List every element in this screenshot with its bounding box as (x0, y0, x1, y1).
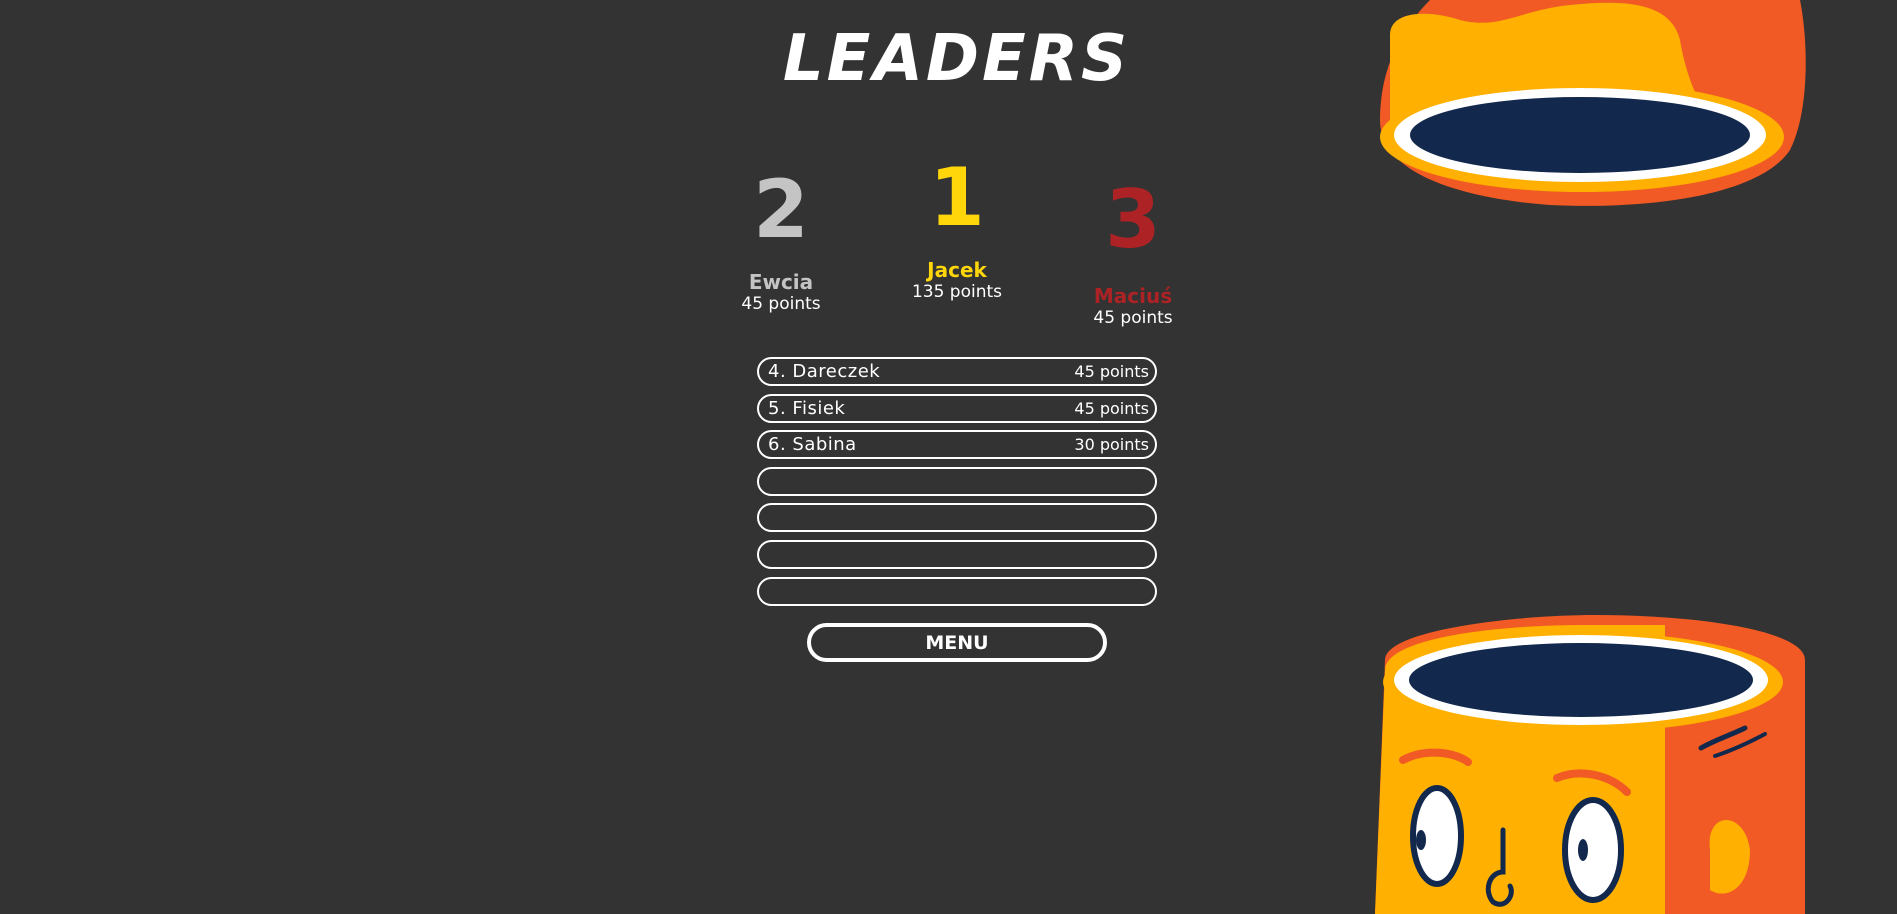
page-title: LEADERS (782, 22, 1131, 96)
rank-number: 3 (1105, 173, 1161, 266)
leaderboard-screen: LEADERS 2 Ewcia 45 points 1 Jacek 135 po… (0, 0, 1897, 914)
menu-button[interactable]: MENU (807, 623, 1107, 662)
row-points: 45 points (1074, 398, 1149, 418)
row-name: 5. Fisiek (768, 397, 846, 419)
rank-number: 1 (929, 151, 985, 244)
podium-first: 1 Jacek 135 points (887, 151, 1027, 303)
leaderboard-row-empty (757, 576, 1157, 606)
leaderboard-row-empty (757, 466, 1157, 496)
player-points: 45 points (1093, 308, 1173, 328)
player-name: Jacek (927, 258, 987, 282)
podium-third: 3 Maciuś 45 points (1063, 173, 1203, 329)
row-points: 30 points (1074, 435, 1149, 455)
leaderboard-row-empty (757, 539, 1157, 569)
player-points: 135 points (911, 282, 1003, 302)
leaderboard-row: 5. Fisiek 45 points (757, 393, 1157, 423)
leaderboard-row-empty (757, 503, 1157, 533)
podium-second: 2 Ewcia 45 points (711, 163, 851, 315)
player-name: Maciuś (1093, 284, 1173, 308)
mug-face-illustration (1375, 615, 1805, 914)
row-name: 6. Sabina (768, 434, 857, 456)
player-name: Ewcia (748, 270, 814, 294)
leaderboard-list: 4. Dareczek 45 points 5. Fisiek 45 point… (757, 357, 1157, 613)
leaderboard-row: 4. Dareczek 45 points (757, 357, 1157, 386)
rank-number: 2 (753, 163, 809, 256)
row-name: 4. Dareczek (768, 361, 881, 382)
leaderboard-row: 6. Sabina 30 points (757, 430, 1157, 460)
player-points: 45 points (741, 294, 821, 314)
row-points: 45 points (1074, 362, 1149, 381)
